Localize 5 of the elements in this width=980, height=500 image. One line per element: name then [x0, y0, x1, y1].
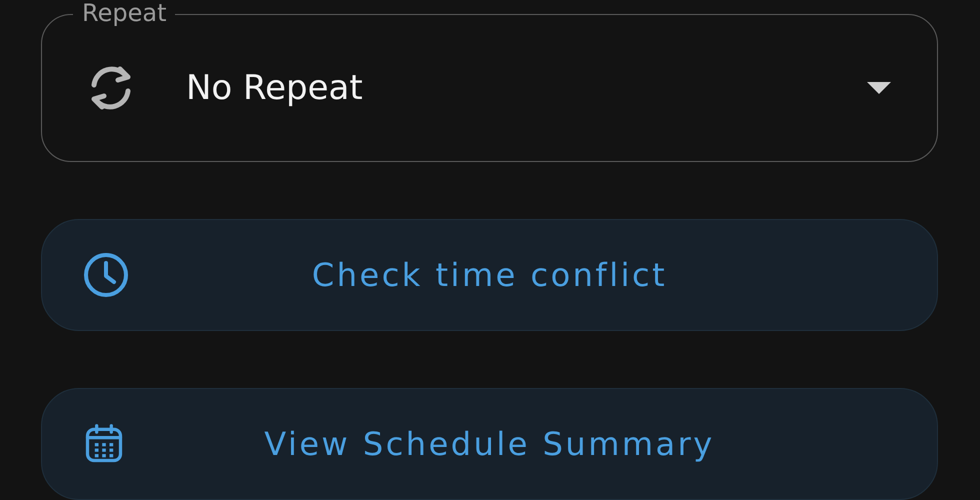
caret-icon [867, 82, 891, 94]
action-button[interactable]: View Schedule Summary [41, 388, 938, 500]
clock-icon [82, 251, 130, 299]
field-value: No Repeat [186, 68, 364, 108]
action-button[interactable]: Check time conflict [41, 219, 938, 331]
